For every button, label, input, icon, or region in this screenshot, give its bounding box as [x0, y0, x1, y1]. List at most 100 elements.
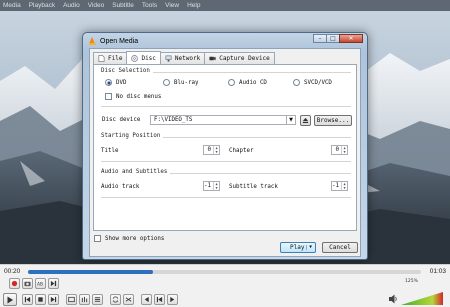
svg-text:AB: AB	[37, 281, 43, 287]
radio-svcd-vcd-indicator	[293, 79, 300, 86]
chapter-spin-arrows[interactable]: ▲ ▼	[341, 146, 347, 154]
chapter-spinbox[interactable]: 0 ▲ ▼	[331, 145, 348, 155]
shuffle-button[interactable]	[123, 294, 134, 305]
chapter-label: Chapter	[229, 148, 254, 154]
menu-subtitle[interactable]: Subtitle	[112, 2, 134, 9]
record-button[interactable]	[9, 278, 20, 289]
capture-device-icon	[209, 56, 216, 61]
network-icon	[165, 55, 172, 62]
mute-button[interactable]	[388, 293, 398, 305]
disc-device-label: Disc device	[102, 117, 141, 123]
browse-label: Browse...	[316, 117, 350, 124]
disc-icon	[131, 54, 139, 62]
menu-video[interactable]: Video	[88, 2, 105, 9]
subtitle-track-spinbox[interactable]: -1 ▲ ▼	[331, 181, 348, 191]
title-label: Title	[101, 148, 119, 154]
tab-disc[interactable]: Disc	[126, 51, 161, 64]
radio-bluray[interactable]: Blu-ray	[163, 79, 198, 86]
next-button[interactable]	[48, 294, 59, 305]
disc-device-input[interactable]: F:\VIDEO_TS	[150, 115, 296, 125]
title-spinbox[interactable]: 0 ▲ ▼	[203, 145, 220, 155]
subtitle-track-value: -1	[332, 183, 339, 189]
loop-icon	[112, 296, 119, 303]
slower-button[interactable]	[141, 294, 152, 305]
previous-icon	[24, 296, 31, 303]
slower-icon	[144, 296, 149, 303]
cancel-button-label: Cancel	[329, 244, 351, 251]
dialog-body: File Disc Network Capture Device Disc Se…	[89, 48, 361, 257]
menu-playback[interactable]: Playback	[29, 2, 55, 9]
show-more-options-label: Show more options	[105, 235, 165, 242]
time-total[interactable]: 01:03	[430, 268, 446, 275]
window-controls: – □ ✕	[313, 34, 363, 43]
chapter-value: 0	[335, 147, 340, 153]
seek-bar-progress	[28, 270, 153, 274]
disc-device-dropdown[interactable]: ▼	[286, 115, 296, 125]
audio-track-label: Audio track	[101, 184, 140, 190]
stop-button[interactable]	[35, 294, 46, 305]
faster-button[interactable]	[167, 294, 178, 305]
menu-audio[interactable]: Audio	[63, 2, 80, 9]
frame-step-button[interactable]	[48, 278, 59, 289]
seek-bar[interactable]	[28, 270, 421, 274]
frame-back-button[interactable]	[154, 294, 165, 305]
stop-icon	[38, 297, 43, 302]
play-button[interactable]: Play ▼	[280, 242, 316, 253]
volume-percent: 125%	[405, 279, 418, 284]
title-value: 0	[207, 147, 212, 153]
tab-file-label: File	[108, 55, 123, 62]
subtitle-track-label: Subtitle track	[229, 184, 278, 190]
starting-position-group: Starting Position Title 0 ▲ ▼ Chapter 0 ▲…	[101, 133, 351, 162]
play-pause-button[interactable]	[3, 293, 17, 306]
frame-back-icon	[156, 296, 163, 303]
audio-spin-arrows[interactable]: ▲ ▼	[213, 182, 219, 190]
disc-selection-title: Disc Selection	[101, 68, 153, 74]
play-icon	[7, 296, 13, 303]
fullscreen-button[interactable]	[66, 294, 77, 305]
dialog-title: Open Media	[100, 37, 139, 45]
chevron-down-icon: ▼	[289, 117, 293, 123]
tab-network[interactable]: Network	[159, 52, 206, 64]
speaker-icon	[389, 294, 397, 304]
tab-file[interactable]: File	[93, 52, 128, 64]
loop-ab-button[interactable]: AB	[35, 278, 46, 289]
audio-subtitles-group: Audio and Subtitles Audio track -1 ▲ ▼ Su…	[101, 169, 351, 198]
radio-audio-cd[interactable]: Audio CD	[228, 79, 267, 86]
playlist-button[interactable]	[92, 294, 103, 305]
radio-dvd-indicator	[105, 79, 112, 86]
radio-dvd-label: DVD	[116, 79, 127, 86]
snapshot-button[interactable]	[22, 278, 33, 289]
menu-view[interactable]: View	[165, 2, 179, 9]
maximize-button[interactable]: □	[326, 34, 340, 43]
tab-capture-device[interactable]: Capture Device	[204, 52, 275, 64]
cancel-button[interactable]: Cancel	[322, 242, 358, 253]
show-more-options-checkbox[interactable]: Show more options	[94, 235, 164, 242]
tab-network-label: Network	[174, 55, 201, 62]
volume-slider[interactable]	[401, 292, 443, 305]
previous-button[interactable]	[22, 294, 33, 305]
browse-button[interactable]: Browse...	[314, 115, 352, 126]
audio-track-value: -1	[204, 183, 211, 189]
minimize-button[interactable]: –	[313, 34, 327, 43]
play-button-label: Play	[290, 244, 305, 251]
no-disc-menus-checkbox[interactable]: No disc menus	[105, 93, 161, 100]
time-elapsed[interactable]: 00:20	[4, 268, 20, 275]
radio-svcd-vcd[interactable]: SVCD/VCD	[293, 79, 332, 86]
eject-button[interactable]	[300, 115, 311, 126]
menu-media[interactable]: Media	[3, 2, 21, 9]
loop-button[interactable]	[110, 294, 121, 305]
subtitle-spin-arrows[interactable]: ▲ ▼	[341, 182, 347, 190]
menu-help[interactable]: Help	[187, 2, 200, 9]
disc-tab-panel: Disc Selection DVD Blu-ray Audio CD SVCD…	[93, 64, 357, 231]
title-spin-arrows[interactable]: ▲ ▼	[213, 146, 219, 154]
close-button[interactable]: ✕	[339, 34, 363, 43]
menu-tools[interactable]: Tools	[142, 2, 157, 9]
audio-track-spinbox[interactable]: -1 ▲ ▼	[203, 181, 220, 191]
radio-dvd[interactable]: DVD	[105, 79, 126, 86]
vlc-cone-icon	[89, 37, 96, 45]
file-icon	[98, 55, 105, 62]
play-dropdown-icon[interactable]: ▼	[306, 245, 312, 250]
equalizer-icon	[81, 296, 88, 303]
tab-bar: File Disc Network Capture Device	[93, 51, 275, 64]
extended-settings-button[interactable]	[79, 294, 90, 305]
